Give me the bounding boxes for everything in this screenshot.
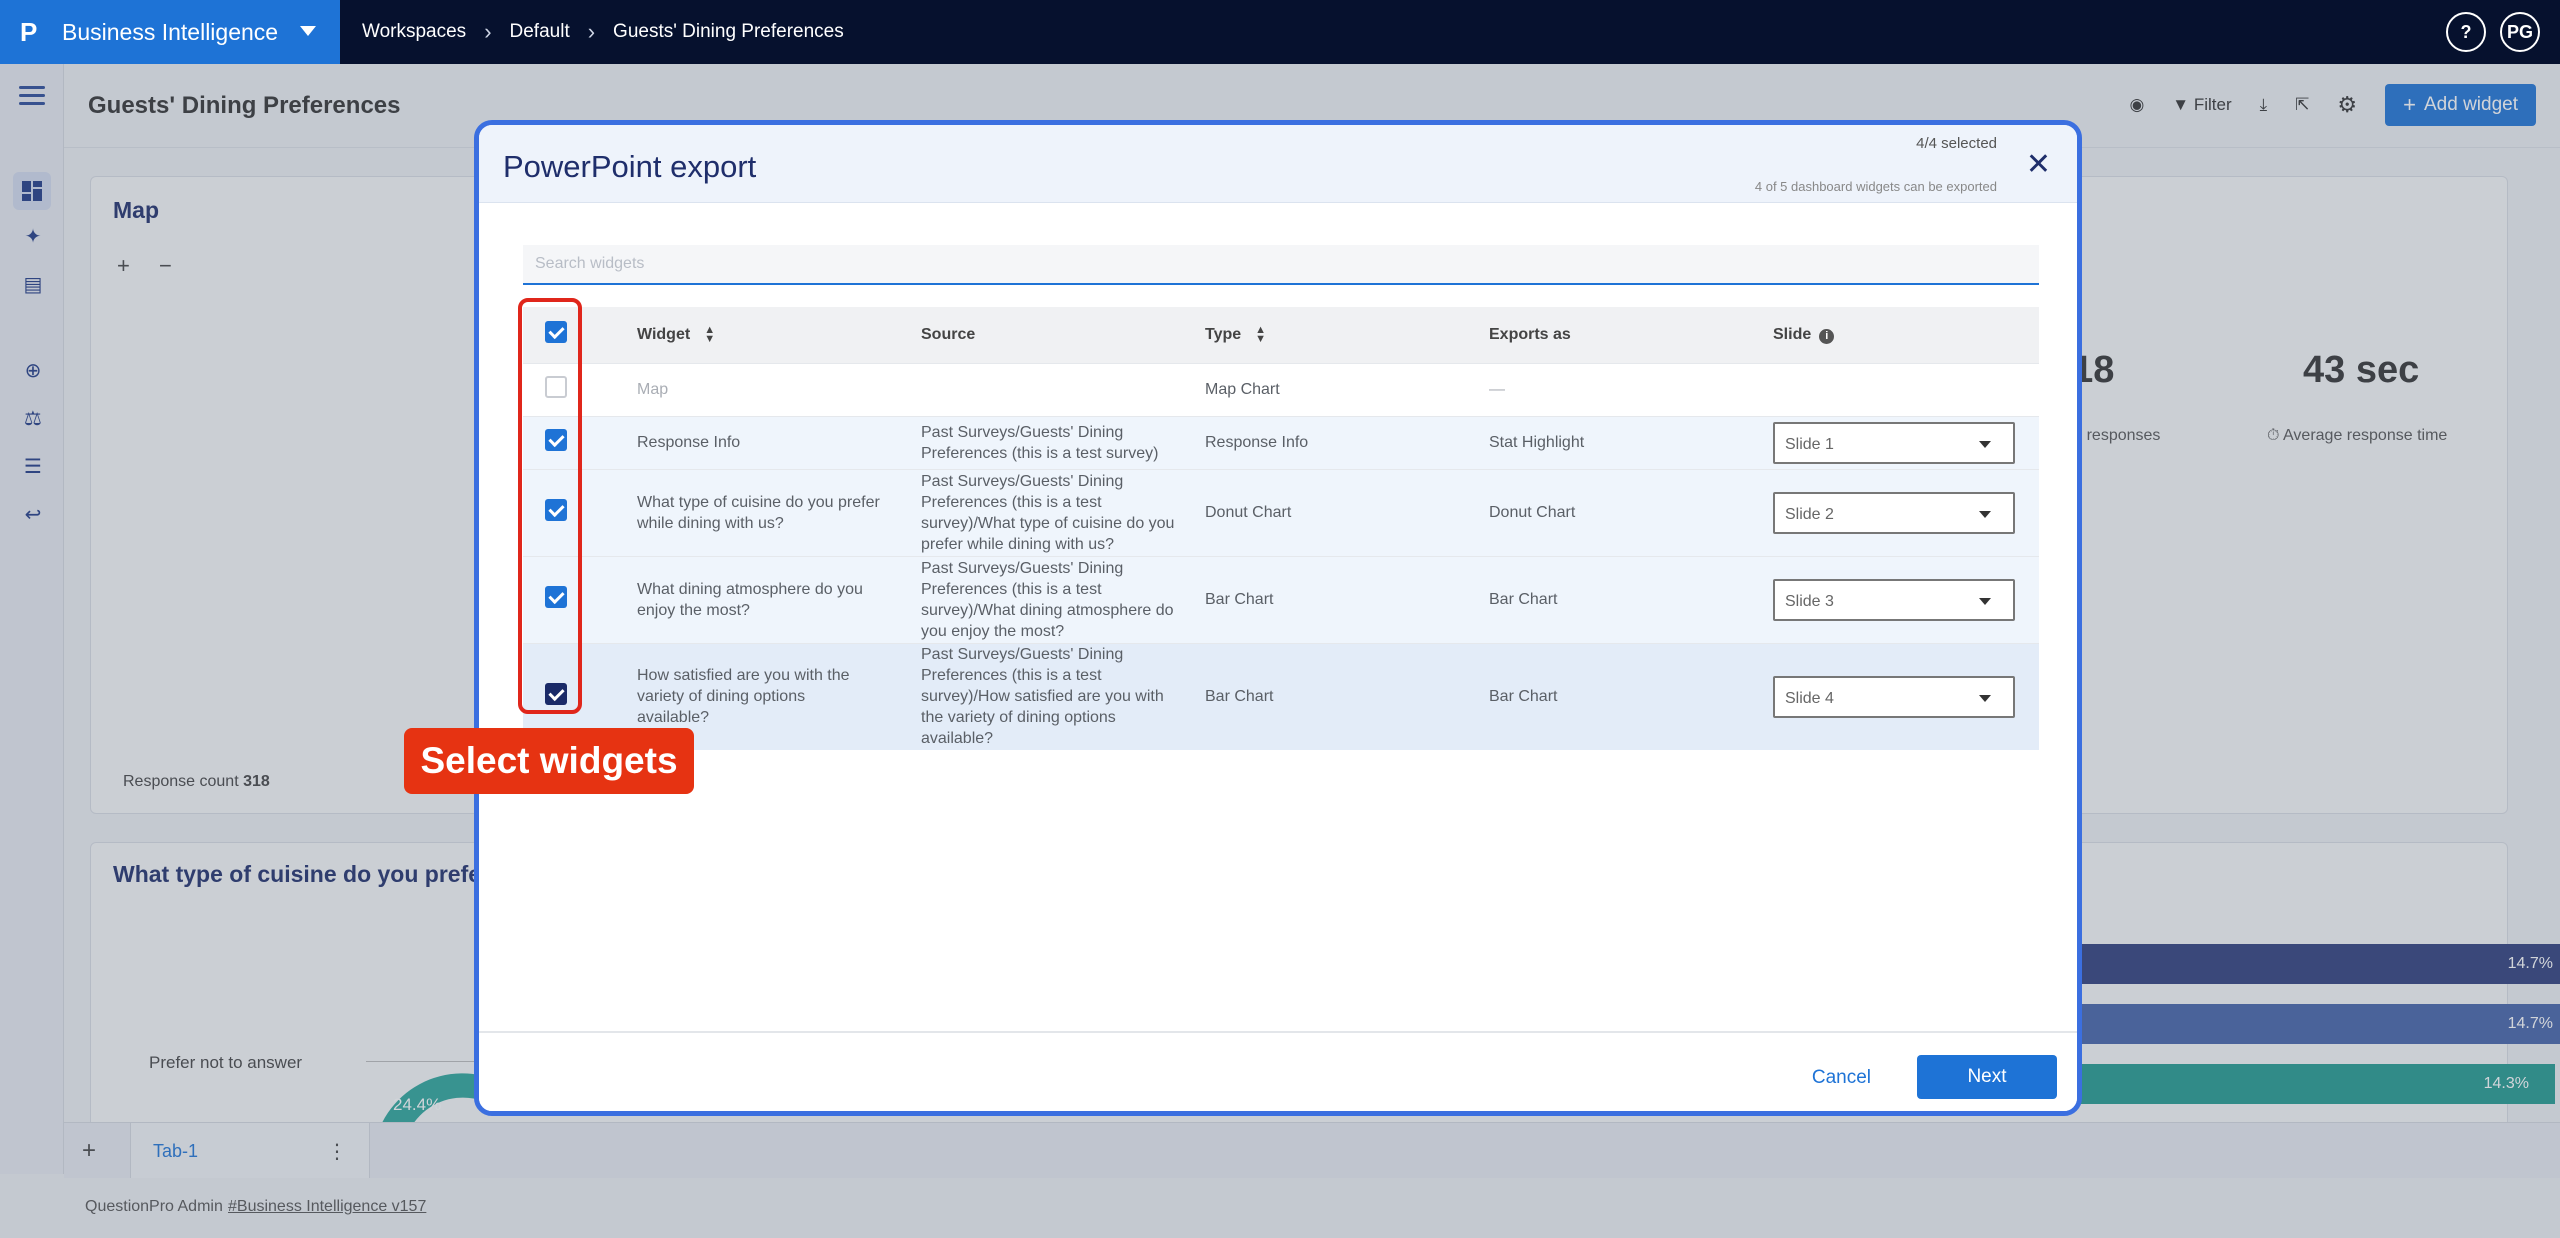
slide-select-value: Slide 4	[1785, 689, 1834, 707]
breadcrumb-default[interactable]: Default	[510, 21, 570, 43]
select-widgets-callout: Select widgets	[404, 728, 694, 794]
slide-select[interactable]: Slide 3	[1773, 578, 2015, 621]
dropdown-caret-icon	[1979, 510, 1991, 518]
row-type: Map Chart	[1205, 362, 1489, 416]
table-row: Map Map Chart —	[523, 362, 2039, 416]
row-source: Past Surveys/Guests' Dining Preferences …	[921, 642, 1205, 750]
search-widgets	[523, 245, 2039, 285]
row-widget: What dining atmosphere do you enjoy the …	[637, 555, 921, 643]
table-header-row: Widget ▲ ▼ Source Type ▲ ▼ Exports as Slide i	[523, 307, 2039, 363]
powerpoint-export-modal: PowerPoint export 4/4 selected 4 of 5 da…	[474, 120, 2082, 1116]
slide-select[interactable]: Slide 2	[1773, 491, 2015, 534]
exportable-note: 4 of 5 dashboard widgets can be exported	[1754, 179, 1997, 194]
row-slide: Slide 1	[1773, 415, 2039, 469]
col-exports-as: Exports as	[1489, 307, 1773, 363]
col-type-label: Type	[1205, 325, 1242, 343]
modal-header: PowerPoint export 4/4 selected 4 of 5 da…	[479, 125, 2077, 203]
slide-select-value: Slide 1	[1785, 435, 1834, 453]
breadcrumb-workspaces[interactable]: Workspaces	[362, 21, 466, 43]
slide-select[interactable]: Slide 4	[1773, 675, 2015, 718]
row-exports-as: Bar Chart	[1489, 555, 1773, 643]
row-widget: Map	[637, 362, 921, 416]
row-widget: What type of cuisine do you prefer while…	[637, 468, 921, 556]
row-exports-as: Donut Chart	[1489, 468, 1773, 556]
table-row: What dining atmosphere do you enjoy the …	[523, 555, 2039, 643]
col-type[interactable]: Type ▲ ▼	[1205, 307, 1489, 363]
breadcrumb: Workspaces › Default › Guests' Dining Pr…	[362, 0, 844, 64]
row-type: Donut Chart	[1205, 468, 1489, 556]
chevron-right-icon: ›	[484, 19, 492, 44]
search-input[interactable]	[523, 245, 2039, 283]
chevron-right-icon: ›	[587, 19, 596, 44]
row-source: Past Surveys/Guests' Dining Preferences …	[921, 468, 1205, 556]
sort-icon: ▲ ▼	[1255, 323, 1267, 345]
avatar[interactable]: PG	[2500, 12, 2540, 52]
slide-select[interactable]: Slide 1	[1773, 421, 2015, 464]
widgets-table: Widget ▲ ▼ Source Type ▲ ▼ Exports as Slide i…	[523, 307, 2039, 750]
dropdown-caret-icon	[1979, 440, 1991, 448]
chevron-down-icon	[300, 26, 316, 36]
help-button[interactable]: ?	[2446, 12, 2486, 52]
table-row: How satisfied are you with the variety o…	[523, 642, 2039, 750]
row-exports-as: —	[1489, 362, 1773, 416]
info-icon[interactable]: i	[1819, 328, 1835, 344]
row-source: Past Surveys/Guests' Dining Preferences …	[921, 415, 1205, 469]
row-source	[921, 362, 1205, 416]
row-exports-as: Stat Highlight	[1489, 415, 1773, 469]
app-name: Business Intelligence	[62, 18, 279, 45]
row-type: Response Info	[1205, 415, 1489, 469]
row-slide	[1773, 362, 2039, 416]
top-navbar: P Business Intelligence Workspaces › Def…	[0, 0, 2560, 64]
row-exports-as: Bar Chart	[1489, 642, 1773, 750]
sort-icon: ▲ ▼	[704, 323, 716, 345]
col-widget-label: Widget	[637, 325, 691, 343]
next-button[interactable]: Next	[1917, 1055, 2057, 1099]
cancel-button[interactable]: Cancel	[1812, 1067, 1871, 1089]
row-source: Past Surveys/Guests' Dining Preferences …	[921, 555, 1205, 643]
col-slide: Slide i	[1773, 307, 2039, 363]
selected-count: 4/4 selected	[1916, 135, 1997, 152]
table-row: Response Info Past Surveys/Guests' Dinin…	[523, 415, 2039, 469]
col-widget[interactable]: Widget ▲ ▼	[637, 307, 921, 363]
dropdown-caret-icon	[1979, 597, 1991, 605]
table-row: What type of cuisine do you prefer while…	[523, 468, 2039, 556]
row-slide: Slide 2	[1773, 468, 2039, 556]
app-switcher[interactable]: P Business Intelligence	[0, 0, 340, 64]
slide-select-value: Slide 3	[1785, 592, 1834, 610]
row-slide: Slide 4	[1773, 642, 2039, 750]
col-slide-label: Slide	[1773, 325, 1812, 343]
slide-select-value: Slide 2	[1785, 505, 1834, 523]
row-widget: Response Info	[637, 415, 921, 469]
logo-icon: P	[20, 16, 38, 47]
breadcrumb-dashboard: Guests' Dining Preferences	[613, 21, 844, 42]
close-icon[interactable]: ✕	[2026, 147, 2051, 182]
modal-footer: Cancel Next	[479, 1031, 2077, 1111]
checkbox-highlight-box	[518, 298, 582, 714]
row-type: Bar Chart	[1205, 555, 1489, 643]
modal-title: PowerPoint export	[503, 149, 757, 184]
row-type: Bar Chart	[1205, 642, 1489, 750]
dropdown-caret-icon	[1979, 694, 1991, 702]
col-source: Source	[921, 307, 1205, 363]
row-slide: Slide 3	[1773, 555, 2039, 643]
